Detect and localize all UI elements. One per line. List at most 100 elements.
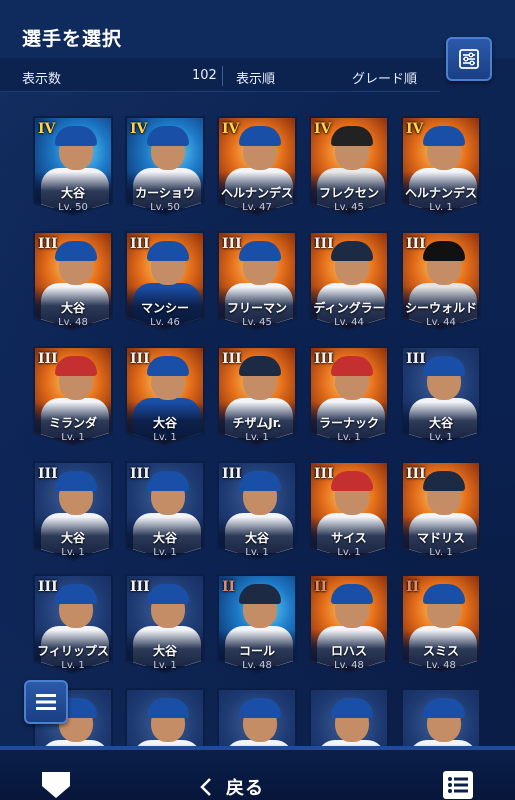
player-card[interactable]: IV ヘルナンデス Lv. 1 [401,116,481,216]
hamburger-icon [36,694,56,710]
player-card[interactable] [401,688,481,746]
player-cap [423,241,465,261]
player-card[interactable]: III シーウォルド Lv. 44 [401,231,481,331]
info-bar: 表示数 102 表示順 グレード順 [0,58,440,92]
player-card[interactable]: III ディングラー Lv. 44 [309,231,389,331]
player-card[interactable] [309,688,389,746]
player-card[interactable]: III 大谷 Lv. 1 [125,574,205,674]
player-cap [147,241,189,261]
grade-badge: III [406,466,426,482]
list-icon[interactable] [442,770,474,800]
player-cap [331,356,373,376]
player-card-grid: IV 大谷 Lv. 50 IV カーショウ Lv. 50 IV ヘルナンデス Lv. 47 IV フ… [33,116,483,746]
player-card[interactable]: III ミランダ Lv. 1 [33,346,113,446]
player-card[interactable]: III フリーマン Lv. 45 [217,231,297,331]
player-card[interactable] [125,688,205,746]
player-card[interactable]: IV 大谷 Lv. 50 [33,116,113,216]
player-card[interactable]: III 大谷 Lv. 1 [33,461,113,561]
player-cap [239,126,281,146]
player-name: 大谷 [60,531,85,545]
player-name: ラーナック [318,416,379,430]
player-name: ロハス [330,644,367,658]
player-level: Lv. 48 [58,317,88,328]
player-level: Lv. 46 [150,317,180,328]
player-level: Lv. 47 [242,202,272,213]
back-label: 戻る [226,778,264,799]
header: 選手を選択 [0,0,515,58]
player-card[interactable]: III チザムJr. Lv. 1 [217,346,297,446]
player-card[interactable]: II ロハス Lv. 48 [309,574,389,674]
player-level: Lv. 1 [429,547,453,558]
player-cap [331,584,373,604]
player-level: Lv. 48 [426,660,456,671]
player-level: Lv. 1 [61,432,85,443]
player-cap [239,241,281,261]
player-card[interactable]: II コール Lv. 48 [217,574,297,674]
player-cap [423,356,465,376]
player-cap [331,241,373,261]
filter-button[interactable] [446,37,492,81]
player-card[interactable]: III サイス Lv. 1 [309,461,389,561]
player-card[interactable]: II スミス Lv. 48 [401,574,481,674]
player-level: Lv. 45 [334,202,364,213]
grade-badge: III [130,236,150,252]
sort-label: 表示順 [236,72,276,87]
player-card[interactable] [217,688,297,746]
player-card[interactable]: IV フレクセン Lv. 45 [309,116,389,216]
player-card[interactable]: III 大谷 Lv. 48 [33,231,113,331]
player-name: フィリップス [37,644,109,658]
player-name: 大谷 [60,301,85,315]
player-cap [147,698,189,718]
player-cap [331,126,373,146]
sort-value[interactable]: グレード順 [352,68,417,87]
player-name: 大谷 [152,416,177,430]
chevron-left-icon [200,778,211,796]
player-card[interactable]: IV カーショウ Lv. 50 [125,116,205,216]
grade-badge: IV [130,121,148,137]
player-cap [147,356,189,376]
player-level: Lv. 1 [245,432,269,443]
player-card[interactable]: III 大谷 Lv. 1 [125,461,205,561]
player-level: Lv. 1 [153,547,177,558]
card-frame [401,688,481,746]
player-card[interactable]: III マドリス Lv. 1 [401,461,481,561]
player-level: Lv. 1 [429,202,453,213]
player-cap [147,471,189,491]
player-level: Lv. 50 [58,202,88,213]
player-name: 大谷 [152,644,177,658]
player-card[interactable]: III マンシー Lv. 46 [125,231,205,331]
player-level: Lv. 45 [242,317,272,328]
player-name: フリーマン [226,301,287,315]
player-name: カーショウ [135,186,195,200]
player-cap [331,471,373,491]
player-card[interactable]: III ラーナック Lv. 1 [309,346,389,446]
player-cap [331,698,373,718]
grade-badge: III [314,236,334,252]
grade-badge: II [406,579,420,595]
player-card[interactable]: III 大谷 Lv. 1 [401,346,481,446]
player-level: Lv. 1 [429,432,453,443]
player-card[interactable]: III 大谷 Lv. 1 [217,461,297,561]
player-level: Lv. 48 [334,660,364,671]
menu-button[interactable] [24,680,68,724]
grade-badge: III [314,466,334,482]
grade-badge: III [38,236,58,252]
player-cap [147,584,189,604]
grade-badge: III [222,466,242,482]
grade-badge: III [406,236,426,252]
player-card[interactable]: III フィリップス Lv. 1 [33,574,113,674]
player-level: Lv. 1 [61,660,85,671]
card-frame [309,688,389,746]
back-button[interactable]: 戻る [200,774,264,800]
grade-badge: IV [406,121,424,137]
player-cap [239,356,281,376]
player-card[interactable]: III 大谷 Lv. 1 [125,346,205,446]
player-cap [423,698,465,718]
player-level: Lv. 48 [242,660,272,671]
home-plate-icon[interactable] [38,770,74,800]
player-name: フレクセン [318,186,379,200]
player-card[interactable]: IV ヘルナンデス Lv. 47 [217,116,297,216]
grade-badge: IV [38,121,56,137]
player-cap [423,471,465,491]
player-level: Lv. 44 [426,317,456,328]
